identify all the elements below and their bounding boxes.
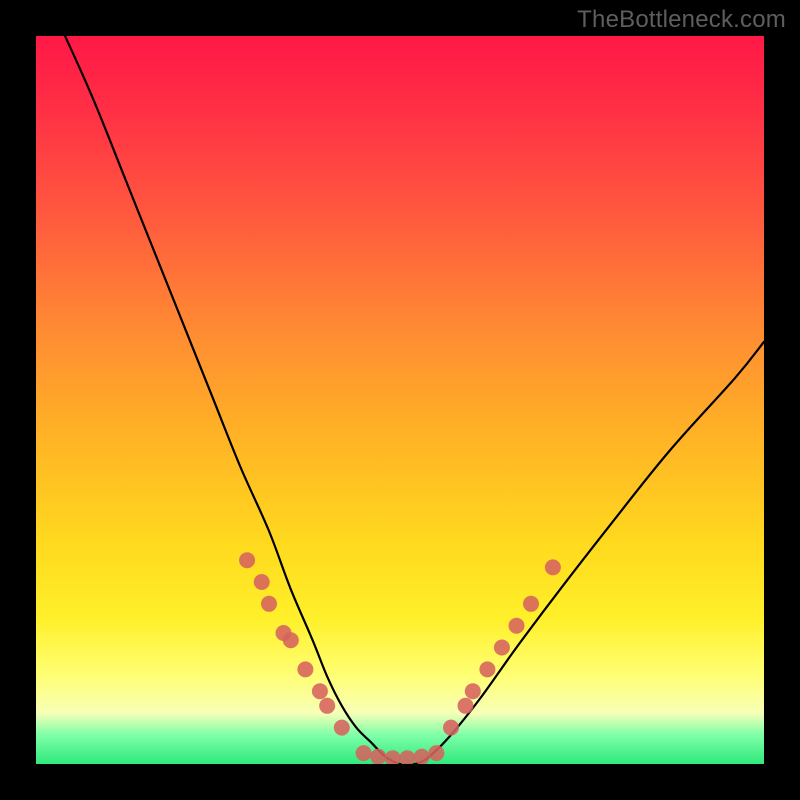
data-point xyxy=(356,745,372,761)
data-point xyxy=(254,574,270,590)
data-point xyxy=(458,698,474,714)
data-point xyxy=(428,745,444,761)
data-point xyxy=(334,720,350,736)
data-point xyxy=(465,683,481,699)
chart-frame: TheBottleneck.com xyxy=(0,0,800,800)
data-point xyxy=(312,683,328,699)
data-point xyxy=(545,559,561,575)
curve-group xyxy=(65,36,764,764)
data-point xyxy=(319,698,335,714)
data-point xyxy=(443,720,459,736)
data-point xyxy=(523,596,539,612)
data-point xyxy=(385,750,401,764)
markers-group xyxy=(239,552,561,764)
bottleneck-curve xyxy=(65,36,764,764)
data-point xyxy=(370,749,386,764)
data-point xyxy=(494,640,510,656)
chart-svg xyxy=(36,36,764,764)
data-point xyxy=(283,632,299,648)
data-point xyxy=(297,661,313,677)
plot-area xyxy=(36,36,764,764)
data-point xyxy=(509,618,525,634)
data-point xyxy=(479,661,495,677)
data-point xyxy=(399,750,415,764)
data-point xyxy=(261,596,277,612)
data-point xyxy=(276,625,292,641)
watermark-label: TheBottleneck.com xyxy=(577,6,786,34)
data-point xyxy=(239,552,255,568)
data-point xyxy=(414,749,430,764)
